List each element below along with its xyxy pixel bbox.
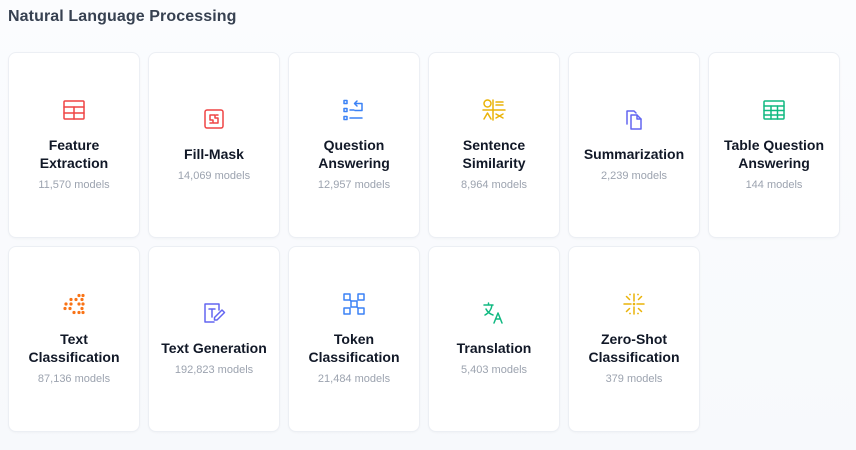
task-name: Zero-Shot Classification <box>588 331 680 365</box>
model-count: 379 models <box>605 373 663 385</box>
translation-icon <box>482 301 506 325</box>
model-count: 87,136 models <box>37 373 111 385</box>
task-card-summarization[interactable]: Summarization 2,239 models <box>568 52 700 238</box>
task-name: Translation <box>456 340 532 356</box>
model-count: 144 models <box>745 179 803 191</box>
sentence-similarity-icon <box>482 98 506 122</box>
task-card-question-answering[interactable]: Question Answering 12,957 models <box>288 52 420 238</box>
model-count: 11,570 models <box>38 179 110 191</box>
model-count: 5,403 models <box>460 364 528 376</box>
question-answering-icon <box>342 98 366 122</box>
task-card-translation[interactable]: Translation 5,403 models <box>428 246 560 432</box>
zero-shot-classification-icon <box>622 292 646 316</box>
model-count: 14,069 models <box>177 170 251 182</box>
task-name: Feature Extraction <box>39 137 109 171</box>
task-card-zero-shot-classification[interactable]: Zero-Shot Classification 379 models <box>568 246 700 432</box>
task-card-text-generation[interactable]: Text Generation 192,823 models <box>148 246 280 432</box>
feature-extraction-icon <box>62 98 86 122</box>
section-title: Natural Language Processing <box>8 8 237 25</box>
task-card-feature-extraction[interactable]: Feature Extraction 11,570 models <box>8 52 140 238</box>
fill-mask-icon <box>202 107 226 131</box>
task-name: Fill-Mask <box>184 146 244 162</box>
task-card-table-question-answering[interactable]: Table Question Answering 144 models <box>708 52 840 238</box>
task-card-sentence-similarity[interactable]: Sentence Similarity 8,964 models <box>428 52 560 238</box>
task-name: Summarization <box>583 146 685 162</box>
task-card-token-classification[interactable]: Token Classification 21,484 models <box>288 246 420 432</box>
text-generation-icon <box>202 301 226 325</box>
task-name: Text Classification <box>28 331 120 365</box>
task-name: Table Question Answering <box>723 137 825 171</box>
model-count: 21,484 models <box>317 373 391 385</box>
task-name: Sentence Similarity <box>462 137 526 171</box>
model-count: 8,964 models <box>460 179 528 191</box>
task-grid: Feature Extraction 11,570 models Fill-Ma… <box>8 52 840 432</box>
task-card-fill-mask[interactable]: Fill-Mask 14,069 models <box>148 52 280 238</box>
table-question-answering-icon <box>762 98 786 122</box>
task-name: Text Generation <box>161 340 267 356</box>
text-classification-icon <box>62 292 86 316</box>
task-card-text-classification[interactable]: Text Classification 87,136 models <box>8 246 140 432</box>
task-name: Token Classification <box>308 331 400 365</box>
token-classification-icon <box>342 292 366 316</box>
model-count: 2,239 models <box>600 170 668 182</box>
summarization-icon <box>622 107 646 131</box>
model-count: 192,823 models <box>174 364 254 376</box>
task-name: Question Answering <box>318 137 390 171</box>
model-count: 12,957 models <box>317 179 391 191</box>
